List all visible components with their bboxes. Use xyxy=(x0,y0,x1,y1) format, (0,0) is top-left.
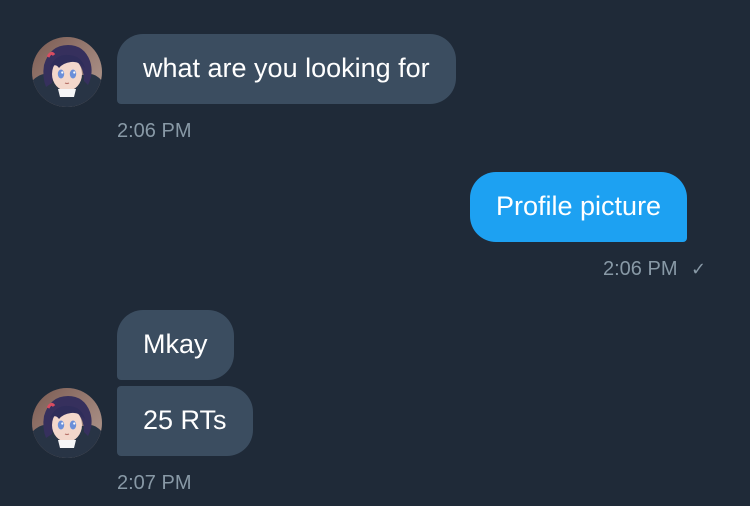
message-text: 25 RTs xyxy=(143,405,227,435)
message-bubble-incoming[interactable]: Mkay xyxy=(117,310,234,380)
message-timestamp: 2:07 PM xyxy=(117,472,192,494)
message-text: Profile picture xyxy=(496,191,662,221)
avatar[interactable] xyxy=(32,388,102,458)
anime-avatar-icon xyxy=(32,37,102,107)
message-timestamp: 2:06 PM ✓ xyxy=(603,258,707,280)
anime-avatar-icon xyxy=(32,388,102,458)
message-bubble-incoming[interactable]: 25 RTs xyxy=(117,386,253,456)
message-timestamp: 2:06 PM xyxy=(117,120,192,142)
top-edge-icon: ︶ xyxy=(628,0,648,5)
checkmark-icon: ✓ xyxy=(691,259,707,279)
avatar[interactable] xyxy=(32,37,102,107)
message-bubble-incoming[interactable]: what are you looking for xyxy=(117,34,456,104)
message-text: what are you looking for xyxy=(143,53,430,83)
message-text: Mkay xyxy=(143,329,208,359)
message-bubble-outgoing[interactable]: Profile picture xyxy=(470,172,688,242)
